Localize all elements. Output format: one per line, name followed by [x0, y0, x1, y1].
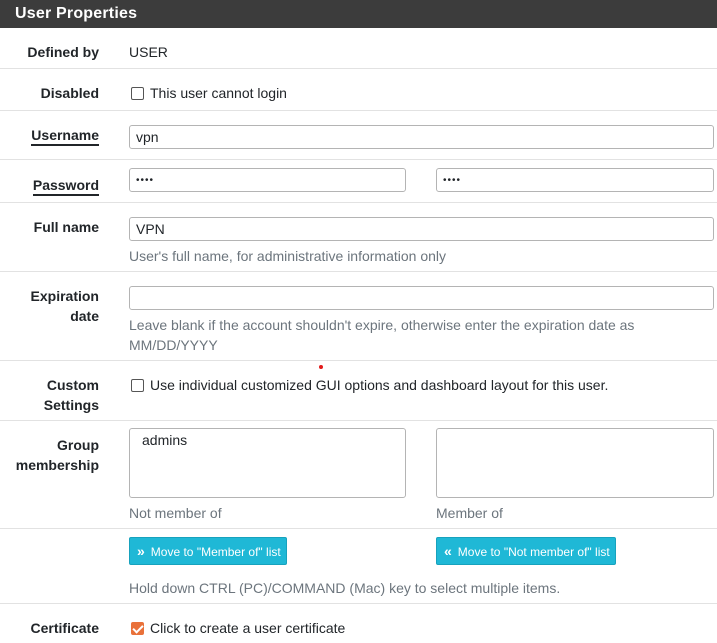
move-to-member-button[interactable]: » Move to "Member of" list: [129, 537, 287, 565]
full-name-help: User's full name, for administrative inf…: [129, 248, 447, 264]
full-name-label: Full name: [33, 219, 99, 235]
disabled-label: Disabled: [40, 85, 99, 101]
password-label-text: Password: [32, 177, 99, 196]
double-chevron-left-icon: «: [444, 543, 452, 559]
custom-settings-label-line1: Custom: [46, 377, 99, 393]
username-label-text: Username: [31, 127, 99, 146]
custom-settings-label-line2: Settings: [43, 397, 99, 413]
defined-by-row: Defined by USER: [0, 28, 717, 69]
defined-by-label: Defined by: [27, 44, 99, 60]
move-to-not-member-button[interactable]: « Move to "Not member of" list: [436, 537, 616, 565]
move-buttons-row: » Move to "Member of" list « Move to "Not …: [0, 529, 717, 604]
expiration-help-line2: MM/DD/YYYY: [129, 337, 218, 353]
certificate-checkbox[interactable]: [131, 622, 144, 635]
member-of-list[interactable]: [436, 428, 714, 498]
full-name-input[interactable]: VPN: [129, 217, 714, 241]
move-to-not-member-label: Move to "Not member of" list: [457, 545, 610, 559]
multi-select-help: Hold down CTRL (PC)/COMMAND (Mac) key to…: [129, 580, 561, 596]
defined-by-value: USER: [129, 44, 168, 60]
not-member-of-caption: Not member of: [129, 505, 222, 521]
password-confirm-input[interactable]: ••••: [436, 168, 714, 192]
username-label: Username: [31, 125, 99, 146]
group-membership-row: Group membership admins Not member of Me…: [0, 421, 717, 529]
disabled-row: Disabled This user cannot login: [0, 69, 717, 111]
custom-settings-row: Custom Settings Use individual customize…: [0, 361, 717, 421]
expiration-row: Expiration date Leave blank if the accou…: [0, 272, 717, 361]
expiration-help-line1: Leave blank if the account shouldn't exp…: [129, 317, 635, 333]
group-membership-label-line1: Group: [57, 437, 99, 453]
expiration-date-input[interactable]: [129, 286, 714, 310]
custom-settings-checkbox[interactable]: [131, 379, 144, 392]
group-list-item[interactable]: admins: [142, 430, 393, 450]
password-input[interactable]: ••••: [129, 168, 406, 192]
move-to-member-label: Move to "Member of" list: [150, 545, 281, 559]
disabled-checkbox[interactable]: [131, 87, 144, 100]
expiration-label-line2: date: [70, 308, 99, 324]
double-chevron-right-icon: »: [137, 543, 145, 559]
full-name-row: Full name VPN User's full name, for admi…: [0, 203, 717, 272]
certificate-checkbox-label[interactable]: Click to create a user certificate: [150, 618, 345, 638]
panel-title: User Properties: [0, 0, 717, 28]
password-row: Password •••• ••••: [0, 160, 717, 203]
member-of-caption: Member of: [436, 505, 503, 521]
disabled-checkbox-label[interactable]: This user cannot login: [150, 83, 287, 103]
password-label: Password: [32, 175, 99, 196]
username-input[interactable]: vpn: [129, 125, 714, 149]
certificate-row: Certificate Click to create a user certi…: [0, 604, 717, 643]
custom-settings-checkbox-label[interactable]: Use individual customized GUI options an…: [150, 375, 608, 395]
not-member-of-list[interactable]: admins: [129, 428, 406, 498]
group-membership-label-line2: membership: [15, 457, 99, 473]
certificate-label: Certificate: [30, 620, 99, 636]
username-row: Username vpn: [0, 111, 717, 160]
expiration-label-line1: Expiration: [30, 288, 99, 304]
